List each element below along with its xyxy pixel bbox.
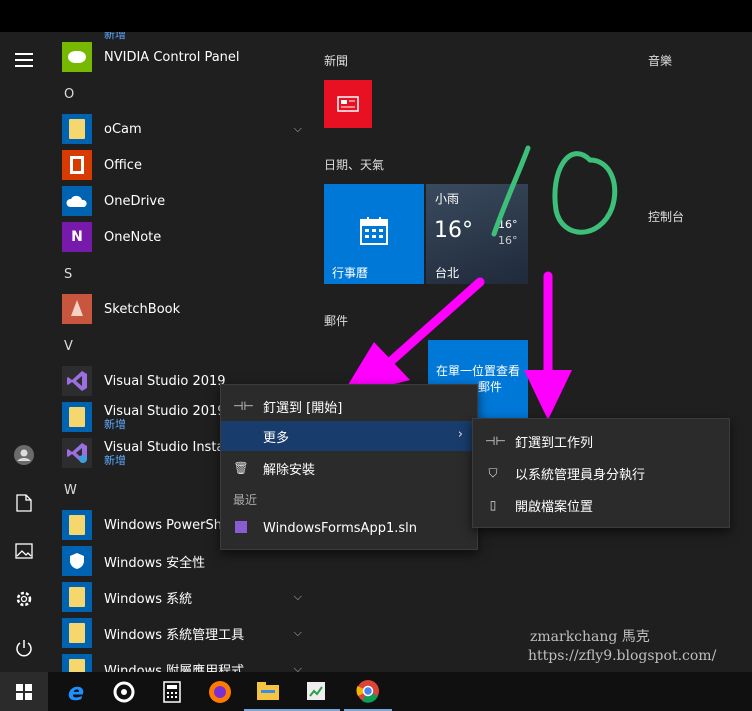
start-button[interactable] [0, 672, 48, 711]
list-item-onenote[interactable]: N OneNote [62, 220, 302, 254]
letter-header-o[interactable]: O [64, 87, 74, 102]
pin-icon: ⊣⊢ [485, 434, 506, 448]
watermark-url: https://zfly9.blogspot.com/ [528, 648, 717, 664]
visual-studio-installer-icon [62, 438, 92, 468]
app-list: 新增 NVIDIA Control Panel O oCam ⌵ Office … [48, 32, 310, 672]
onenote-icon: N [62, 222, 92, 252]
visual-studio-icon [62, 366, 92, 396]
tile-group-news-header[interactable]: 新聞 [324, 52, 348, 69]
user-avatar-icon[interactable] [0, 435, 48, 475]
folder-icon [62, 654, 92, 672]
pin-icon: ⊣⊢ [233, 399, 254, 413]
folder-icon [62, 510, 92, 540]
chrome-icon[interactable] [344, 672, 392, 711]
list-item-sketchbook[interactable]: SketchBook [62, 292, 302, 326]
trash-icon: 🗑 [233, 461, 249, 475]
power-icon[interactable] [0, 628, 48, 668]
magenta-arrowhead-down [524, 370, 572, 420]
chevron-right-icon: › [457, 427, 463, 442]
chevron-down-icon[interactable]: ⌵ [294, 626, 302, 640]
internet-explorer-icon[interactable]: e [52, 672, 100, 711]
open-folder-icon: ▯ [489, 498, 497, 512]
onedrive-cloud-icon [62, 186, 92, 216]
context-menu: ⊣⊢ 釘選到 [開始] 更多 › 🗑 解除安裝 最近 WindowsFormsA… [220, 384, 478, 550]
folder-icon [62, 582, 92, 612]
more-submenu: ⊣⊢ 釘選到工作列 ⛉ 以系統管理員身分執行 ▯ 開啟檔案位置 [472, 418, 730, 528]
magenta-arrow-to-pin-start [385, 277, 485, 367]
folder-icon [62, 618, 92, 648]
handwritten-one [491, 145, 531, 237]
cortana-icon[interactable] [100, 672, 148, 711]
list-item-windows-accessories[interactable]: Windows 附屬應用程式 ⌵ [62, 652, 302, 672]
letter-header-v[interactable]: V [64, 339, 73, 354]
menu-item-pin-to-taskbar[interactable]: ⊣⊢ 釘選到工作列 [473, 427, 729, 455]
nvidia-icon [62, 42, 92, 72]
menu-item-uninstall[interactable]: 🗑 解除安裝 [221, 455, 477, 481]
pictures-icon[interactable] [0, 531, 48, 571]
taskbar: e [0, 672, 752, 711]
menu-item-recent-file[interactable]: WindowsFormsApp1.sln [221, 515, 477, 541]
chevron-down-icon[interactable]: ⌵ [294, 590, 302, 604]
recent-header: 最近 [233, 493, 258, 507]
folder-icon [62, 402, 92, 432]
documents-icon[interactable] [0, 483, 48, 523]
watermark-author: zmarkchang 馬克 [530, 629, 650, 645]
chevron-down-icon[interactable]: ⌵ [294, 662, 302, 672]
settings-gear-icon[interactable] [0, 579, 48, 619]
list-item-ocam[interactable]: oCam ⌵ [62, 112, 302, 146]
list-item-windows-system[interactable]: Windows 系統 ⌵ [62, 580, 302, 614]
menu-item-run-as-admin[interactable]: ⛉ 以系統管理員身分執行 [473, 459, 729, 487]
list-item-onedrive[interactable]: OneDrive [62, 184, 302, 218]
shield-icon [62, 546, 92, 576]
menu-item-open-file-location[interactable]: ▯ 開啟檔案位置 [473, 491, 729, 519]
list-item-office[interactable]: Office [62, 148, 302, 182]
folder-icon [62, 114, 92, 144]
office-icon [62, 150, 92, 180]
handwritten-zero [552, 151, 618, 235]
menu-item-more[interactable]: 更多 › [221, 421, 477, 451]
calculator-icon[interactable] [148, 672, 196, 711]
letter-header-w[interactable]: W [64, 483, 77, 498]
control-panel-tile-label[interactable]: 控制台 [648, 208, 684, 225]
newspaper-icon [337, 96, 359, 112]
list-item-nvidia[interactable]: NVIDIA Control Panel [62, 40, 302, 74]
sketchbook-icon [62, 294, 92, 324]
firefox-icon[interactable] [196, 672, 244, 711]
list-item-windows-admin-tools[interactable]: Windows 系統管理工具 ⌵ [62, 616, 302, 650]
letter-header-s[interactable]: S [64, 267, 72, 282]
news-tile[interactable] [324, 80, 372, 128]
spreadsheet-app-icon[interactable] [292, 672, 340, 711]
hamburger-menu-icon[interactable] [0, 40, 48, 80]
file-explorer-icon[interactable] [244, 672, 292, 711]
tile-group-music-header[interactable]: 音樂 [648, 52, 672, 69]
windows-logo-icon [16, 683, 32, 700]
start-left-rail [0, 32, 48, 672]
admin-shield-icon: ⛉ [488, 465, 498, 480]
solution-file-icon [233, 520, 249, 536]
screen-top-bar [0, 0, 752, 32]
menu-item-pin-to-start[interactable]: ⊣⊢ 釘選到 [開始] [221, 393, 477, 419]
